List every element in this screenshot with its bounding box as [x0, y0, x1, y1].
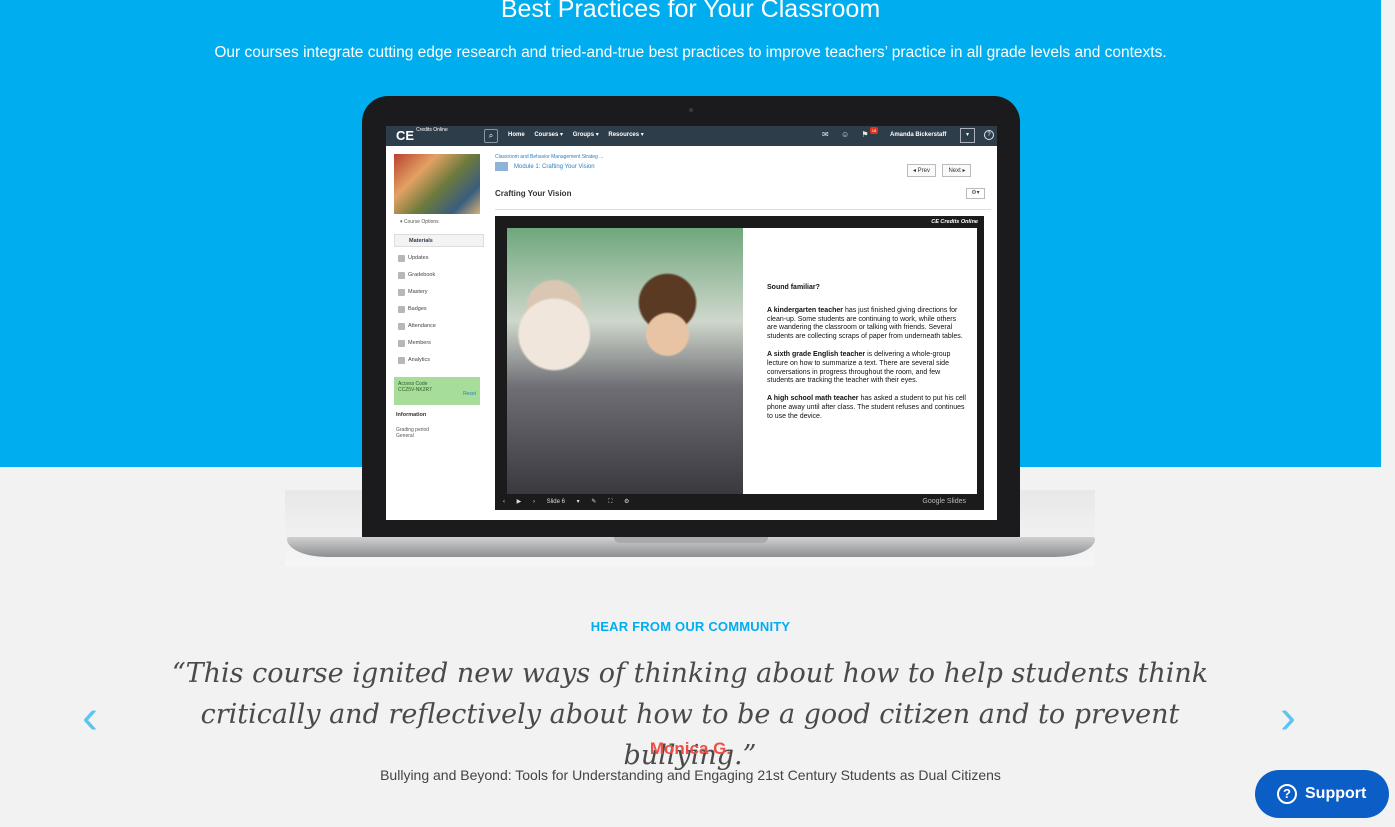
back-icon: ‹: [503, 499, 505, 505]
pen-icon: ✎: [591, 499, 597, 505]
analytics-icon: [398, 357, 405, 364]
access-code-box: Access Code CCZ5V-NK2R7 Reset: [394, 377, 480, 405]
slide-question: Sound familiar?: [767, 284, 820, 291]
slide-text: Sound familiar? A kindergarten teacher h…: [767, 284, 967, 431]
camera-dot: [689, 108, 693, 112]
mail-icon: ✉: [822, 130, 829, 139]
laptop-screen: CE Credits Online ⌕ Home Courses ▾ Groups…: [386, 126, 997, 520]
gradebook-icon: [398, 272, 405, 279]
badges-icon: [398, 306, 405, 313]
page-edge: [1381, 0, 1395, 827]
breadcrumb: Classroom and Behavior Management Strate…: [495, 154, 604, 160]
slide-embed: CE Credits Online Sound familiar? A kind…: [495, 216, 984, 510]
google-slides-label: Google Slides: [922, 498, 966, 505]
chevron-down-icon: ▾: [576, 499, 580, 505]
classroom-photo: [507, 228, 743, 494]
nav-home: Home: [508, 132, 525, 138]
user-name: Amanda Bickerstaff: [890, 132, 947, 138]
fullscreen-icon: ⛶: [608, 499, 613, 505]
sidebar-item-analytics: Analytics: [398, 357, 430, 364]
gear-icon: ⚙▾: [966, 188, 985, 199]
forward-icon: ›: [532, 499, 535, 505]
prev-button: ◂ Prev: [907, 164, 937, 177]
sidebar-item-mastery: Mastery: [398, 289, 428, 296]
testimonial-author: Monica G.: [649, 739, 732, 758]
attendance-icon: [398, 323, 405, 330]
mastery-icon: [398, 289, 405, 296]
app-logo: CE Credits Online: [396, 127, 448, 144]
search-icon: ⌕: [484, 129, 498, 143]
pager: ◂ Prev Next ▸: [905, 159, 972, 177]
sidebar-item-attendance: Attendance: [398, 323, 436, 330]
folder-icon: [495, 162, 508, 171]
community-heading: HEAR FROM OUR COMMUNITY: [590, 619, 791, 634]
slide-brand: CE Credits Online: [931, 219, 978, 225]
play-icon: ▶: [516, 499, 522, 505]
reset-link: Reset: [462, 391, 476, 397]
sidebar-item-members: Members: [398, 340, 431, 347]
support-button[interactable]: ? Support: [1255, 770, 1389, 818]
sidebar-item-materials: Materials: [394, 234, 484, 247]
hero-title: Best Practices for Your Classroom: [500, 0, 881, 23]
hero-subtitle: Our courses integrate cutting edge resea…: [214, 44, 1167, 61]
sidebar-item-badges: Badges: [398, 306, 427, 313]
sidebar-item-updates: Updates: [398, 255, 429, 262]
module-link: Module 1: Crafting Your Vision: [495, 162, 595, 171]
course-thumbnail: [394, 154, 480, 214]
laptop-base: [287, 537, 1095, 557]
updates-icon: [398, 255, 405, 262]
info-text: Grading period General: [396, 427, 430, 439]
info-heading: Information: [396, 412, 427, 418]
laptop-notch: [614, 537, 768, 543]
people-icon: ☺: [840, 130, 850, 139]
sidebar-item-gradebook: Gradebook: [398, 272, 435, 279]
members-icon: [398, 340, 405, 347]
app-topbar: CE Credits Online ⌕ Home Courses ▾ Groups…: [386, 126, 997, 146]
page-title: Crafting Your Vision: [495, 189, 572, 198]
help-icon: ?: [984, 130, 994, 140]
next-button: Next ▸: [942, 164, 972, 177]
divider: [495, 209, 991, 210]
slide-paragraph-3: A high school math teacher has asked a s…: [767, 395, 966, 420]
laptop-image: CE Credits Online ⌕ Home Courses ▾ Groups…: [362, 96, 1020, 540]
nav-courses: Courses ▾: [534, 132, 564, 138]
app-nav: Home Courses ▾ Groups ▾ Resources ▾: [508, 131, 652, 138]
app-sidebar: ▾ Course Options Materials Updates Grade…: [394, 154, 484, 514]
chevron-left-icon[interactable]: ‹: [70, 693, 110, 743]
slide-select: Slide 6: [546, 499, 565, 505]
settings-icon: ⚙: [623, 499, 630, 505]
slide-paragraph-2: A sixth grade English teacher is deliver…: [767, 350, 951, 385]
chevron-down-icon: ▾: [960, 128, 975, 143]
notification-badge: 18: [870, 127, 878, 134]
testimonial-course: Bullying and Beyond: Tools for Understan…: [380, 767, 1001, 783]
support-label: Support: [1305, 785, 1367, 802]
chevron-right-icon[interactable]: ›: [1268, 693, 1308, 743]
notification-icon: ⚑: [861, 130, 869, 139]
course-options: ▾ Course Options: [400, 219, 439, 225]
nav-groups: Groups ▾: [572, 132, 599, 138]
question-circle-icon: ?: [1277, 784, 1297, 804]
slide-paragraph-1: A kindergarten teacher has just finished…: [767, 306, 963, 341]
slide: Sound familiar? A kindergarten teacher h…: [507, 228, 977, 494]
nav-resources: Resources ▾: [608, 132, 644, 138]
slide-controls: ‹ ▶ › Slide 6 ▾ ✎ ⛶ ⚙ Google Slides: [495, 494, 984, 510]
